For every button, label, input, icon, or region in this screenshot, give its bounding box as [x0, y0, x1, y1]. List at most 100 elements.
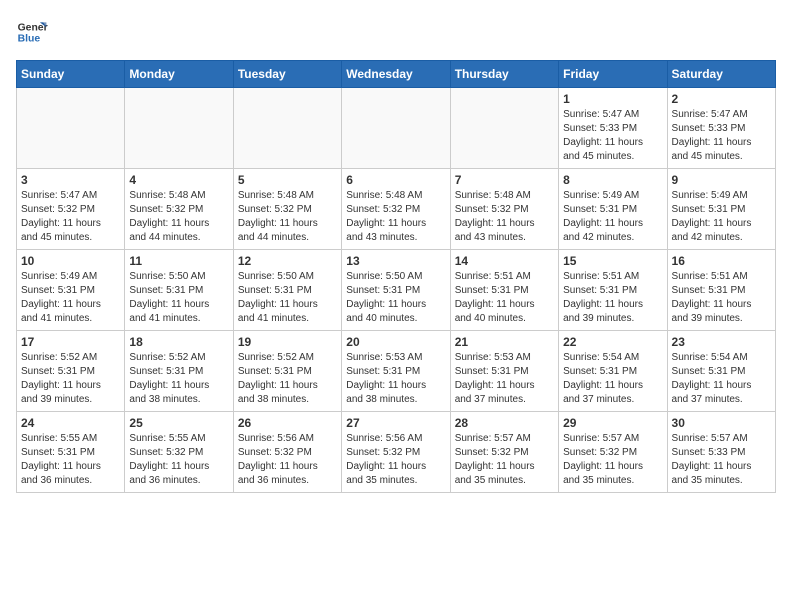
- day-number: 24: [21, 416, 120, 430]
- calendar-cell: 20Sunrise: 5:53 AM Sunset: 5:31 PM Dayli…: [342, 331, 450, 412]
- day-number: 30: [672, 416, 771, 430]
- day-number: 1: [563, 92, 662, 106]
- svg-text:Blue: Blue: [18, 34, 41, 45]
- day-number: 7: [455, 173, 554, 187]
- calendar-cell: 27 Sunrise: 5:56 AM Sunset: 5:32 PM Dayli…: [342, 412, 450, 493]
- calendar-cell: [450, 88, 558, 169]
- calendar-week-row: 1 Sunrise: 5:47 AM Sunset: 5:33 PM Daylig…: [17, 88, 776, 169]
- day-number: 2: [672, 92, 771, 106]
- calendar-cell: 11 Sunrise: 5:50 AM Sunset: 5:31 PM Dayli…: [125, 250, 233, 331]
- calendar-cell: 30 Sunrise: 5:57 AM Sunset: 5:33 PM Dayli…: [667, 412, 775, 493]
- calendar-cell: 23 Sunrise: 5:54 AM Sunset: 5:31 PM Dayli…: [667, 331, 775, 412]
- day-number: 11: [129, 254, 228, 268]
- day-info: Sunrise: 5:47 AM Sunset: 5:32 PM Dayligh…: [21, 189, 120, 245]
- calendar-cell: [342, 88, 450, 169]
- weekday-header: Wednesday: [342, 61, 450, 88]
- day-info: Sunrise: 5:52 AM Sunset: 5:31 PM Dayligh…: [129, 351, 228, 407]
- weekday-header: Sunday: [17, 61, 125, 88]
- day-number: 23: [672, 335, 771, 349]
- day-number: 5: [238, 173, 337, 187]
- calendar-cell: 25 Sunrise: 5:55 AM Sunset: 5:32 PM Dayli…: [125, 412, 233, 493]
- calendar-table: SundayMondayTuesdayWednesdayThursdayFrid…: [16, 60, 776, 493]
- calendar-week-row: 17Sunrise: 5:52 AM Sunset: 5:31 PM Dayli…: [17, 331, 776, 412]
- day-info: Sunrise: 5:49 AM Sunset: 5:31 PM Dayligh…: [563, 189, 662, 245]
- weekday-header: Friday: [559, 61, 667, 88]
- calendar-cell: 28 Sunrise: 5:57 AM Sunset: 5:32 PM Dayli…: [450, 412, 558, 493]
- day-number: 19: [238, 335, 337, 349]
- day-number: 21: [455, 335, 554, 349]
- day-info: Sunrise: 5:56 AM Sunset: 5:32 PM Dayligh…: [238, 432, 337, 488]
- calendar-cell: 13 Sunrise: 5:50 AM Sunset: 5:31 PM Dayli…: [342, 250, 450, 331]
- day-number: 15: [563, 254, 662, 268]
- day-number: 26: [238, 416, 337, 430]
- day-info: Sunrise: 5:55 AM Sunset: 5:32 PM Dayligh…: [129, 432, 228, 488]
- calendar-cell: 5 Sunrise: 5:48 AM Sunset: 5:32 PM Daylig…: [233, 169, 341, 250]
- day-number: 22: [563, 335, 662, 349]
- weekday-header: Saturday: [667, 61, 775, 88]
- day-number: 25: [129, 416, 228, 430]
- day-number: 9: [672, 173, 771, 187]
- weekday-header: Thursday: [450, 61, 558, 88]
- day-info: Sunrise: 5:48 AM Sunset: 5:32 PM Dayligh…: [346, 189, 445, 245]
- calendar-cell: 6 Sunrise: 5:48 AM Sunset: 5:32 PM Daylig…: [342, 169, 450, 250]
- day-number: 3: [21, 173, 120, 187]
- calendar-cell: 4 Sunrise: 5:48 AM Sunset: 5:32 PM Daylig…: [125, 169, 233, 250]
- day-number: 27: [346, 416, 445, 430]
- logo: General Blue: [16, 16, 48, 48]
- day-info: Sunrise: 5:50 AM Sunset: 5:31 PM Dayligh…: [346, 270, 445, 326]
- day-info: Sunrise: 5:50 AM Sunset: 5:31 PM Dayligh…: [238, 270, 337, 326]
- day-info: Sunrise: 5:57 AM Sunset: 5:32 PM Dayligh…: [563, 432, 662, 488]
- day-info: Sunrise: 5:49 AM Sunset: 5:31 PM Dayligh…: [21, 270, 120, 326]
- page-header: General Blue: [16, 16, 776, 48]
- calendar-cell: 17Sunrise: 5:52 AM Sunset: 5:31 PM Dayli…: [17, 331, 125, 412]
- day-number: 10: [21, 254, 120, 268]
- day-info: Sunrise: 5:49 AM Sunset: 5:31 PM Dayligh…: [672, 189, 771, 245]
- day-number: 29: [563, 416, 662, 430]
- calendar-cell: 12Sunrise: 5:50 AM Sunset: 5:31 PM Dayli…: [233, 250, 341, 331]
- day-info: Sunrise: 5:48 AM Sunset: 5:32 PM Dayligh…: [238, 189, 337, 245]
- logo-icon: General Blue: [16, 16, 48, 48]
- calendar-week-row: 10 Sunrise: 5:49 AM Sunset: 5:31 PM Dayli…: [17, 250, 776, 331]
- calendar-cell: 21Sunrise: 5:53 AM Sunset: 5:31 PM Dayli…: [450, 331, 558, 412]
- day-number: 14: [455, 254, 554, 268]
- day-info: Sunrise: 5:48 AM Sunset: 5:32 PM Dayligh…: [129, 189, 228, 245]
- day-number: 6: [346, 173, 445, 187]
- calendar-cell: 8 Sunrise: 5:49 AM Sunset: 5:31 PM Daylig…: [559, 169, 667, 250]
- day-number: 8: [563, 173, 662, 187]
- calendar-week-row: 24 Sunrise: 5:55 AM Sunset: 5:31 PM Dayli…: [17, 412, 776, 493]
- calendar-cell: 7 Sunrise: 5:48 AM Sunset: 5:32 PM Daylig…: [450, 169, 558, 250]
- day-info: Sunrise: 5:54 AM Sunset: 5:31 PM Dayligh…: [563, 351, 662, 407]
- day-info: Sunrise: 5:55 AM Sunset: 5:31 PM Dayligh…: [21, 432, 120, 488]
- calendar-cell: [17, 88, 125, 169]
- day-info: Sunrise: 5:50 AM Sunset: 5:31 PM Dayligh…: [129, 270, 228, 326]
- day-info: Sunrise: 5:57 AM Sunset: 5:32 PM Dayligh…: [455, 432, 554, 488]
- calendar-cell: 2Sunrise: 5:47 AM Sunset: 5:33 PM Daylig…: [667, 88, 775, 169]
- day-info: Sunrise: 5:51 AM Sunset: 5:31 PM Dayligh…: [563, 270, 662, 326]
- calendar-week-row: 3 Sunrise: 5:47 AM Sunset: 5:32 PM Daylig…: [17, 169, 776, 250]
- calendar-cell: [125, 88, 233, 169]
- day-info: Sunrise: 5:51 AM Sunset: 5:31 PM Dayligh…: [455, 270, 554, 326]
- day-number: 28: [455, 416, 554, 430]
- day-info: Sunrise: 5:52 AM Sunset: 5:31 PM Dayligh…: [21, 351, 120, 407]
- calendar-cell: [233, 88, 341, 169]
- day-info: Sunrise: 5:48 AM Sunset: 5:32 PM Dayligh…: [455, 189, 554, 245]
- calendar-cell: 9 Sunrise: 5:49 AM Sunset: 5:31 PM Daylig…: [667, 169, 775, 250]
- day-number: 13: [346, 254, 445, 268]
- calendar-cell: 14 Sunrise: 5:51 AM Sunset: 5:31 PM Dayli…: [450, 250, 558, 331]
- day-info: Sunrise: 5:57 AM Sunset: 5:33 PM Dayligh…: [672, 432, 771, 488]
- weekday-header: Monday: [125, 61, 233, 88]
- day-info: Sunrise: 5:51 AM Sunset: 5:31 PM Dayligh…: [672, 270, 771, 326]
- calendar-cell: 26 Sunrise: 5:56 AM Sunset: 5:32 PM Dayli…: [233, 412, 341, 493]
- day-info: Sunrise: 5:53 AM Sunset: 5:31 PM Dayligh…: [346, 351, 445, 407]
- day-number: 4: [129, 173, 228, 187]
- day-info: Sunrise: 5:54 AM Sunset: 5:31 PM Dayligh…: [672, 351, 771, 407]
- day-info: Sunrise: 5:47 AM Sunset: 5:33 PM Dayligh…: [563, 108, 662, 164]
- calendar-cell: 22 Sunrise: 5:54 AM Sunset: 5:31 PM Dayli…: [559, 331, 667, 412]
- weekday-header: Tuesday: [233, 61, 341, 88]
- calendar-cell: 15 Sunrise: 5:51 AM Sunset: 5:31 PM Dayli…: [559, 250, 667, 331]
- calendar-cell: 16Sunrise: 5:51 AM Sunset: 5:31 PM Dayli…: [667, 250, 775, 331]
- day-info: Sunrise: 5:56 AM Sunset: 5:32 PM Dayligh…: [346, 432, 445, 488]
- calendar-cell: 18Sunrise: 5:52 AM Sunset: 5:31 PM Dayli…: [125, 331, 233, 412]
- calendar-cell: 19 Sunrise: 5:52 AM Sunset: 5:31 PM Dayli…: [233, 331, 341, 412]
- day-info: Sunrise: 5:52 AM Sunset: 5:31 PM Dayligh…: [238, 351, 337, 407]
